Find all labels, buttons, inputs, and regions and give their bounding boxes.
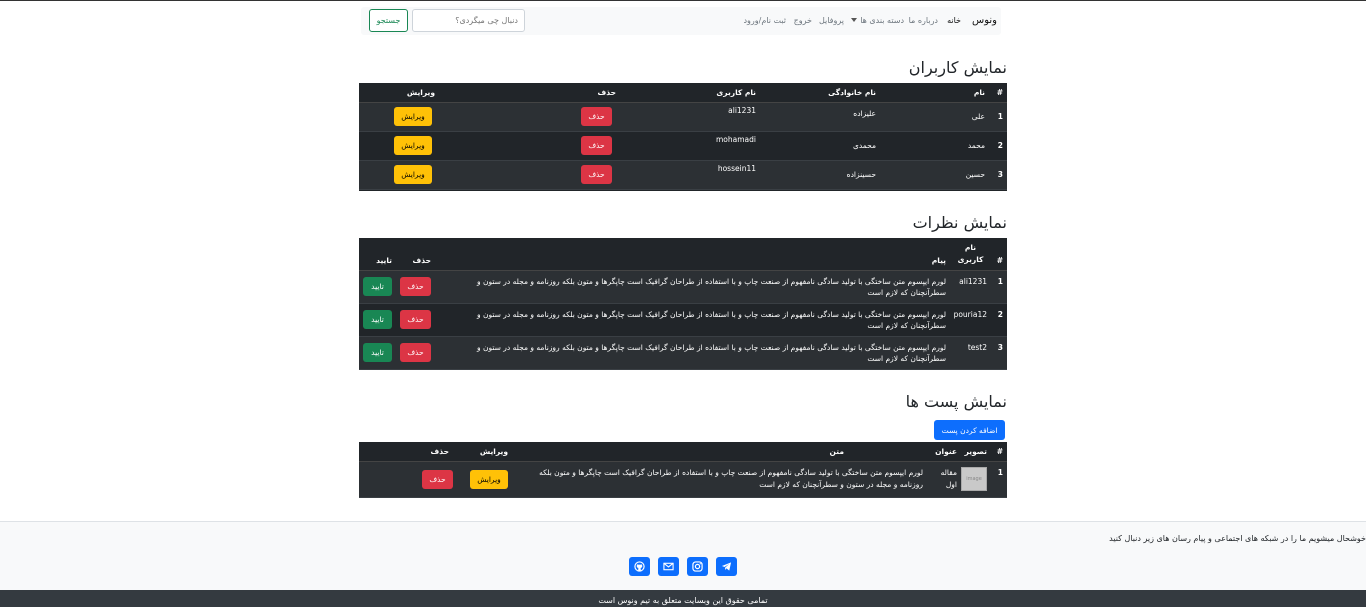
github-icon[interactable] <box>629 557 650 576</box>
table-row: 2 pouria12 لورم ایپسوم متن ساختگی با تول… <box>359 303 1007 337</box>
table-row: 1 image مقاله اول لورم ایپسوم متن ساختگی… <box>359 461 1007 498</box>
comment-username: ali1231 <box>950 270 991 304</box>
user-name: محمد <box>880 131 989 161</box>
comments-table: # نام کاربری پیام حذف تایید 1 ali1231 لو… <box>359 238 1007 370</box>
post-title: مقاله اول <box>927 461 961 498</box>
row-num: 2 <box>989 131 1007 161</box>
delete-button[interactable]: حذف <box>581 165 612 184</box>
row-num: 2 <box>991 303 1007 337</box>
user-username: hossein11 <box>620 160 760 190</box>
search-button[interactable]: جستجو <box>369 9 408 32</box>
col-header-message: پیام <box>435 238 950 271</box>
col-header-delete: حذف <box>396 238 435 271</box>
delete-button[interactable]: حذف <box>400 277 431 296</box>
email-icon[interactable] <box>658 557 679 576</box>
col-header-username: نام کاربری <box>620 83 760 103</box>
col-header-image: تصویر <box>961 442 991 462</box>
row-num: 1 <box>989 102 1007 132</box>
row-num: 3 <box>991 336 1007 370</box>
table-row: 2 محمد محمدی mohamadi حذف ویرایش <box>359 131 1007 161</box>
col-header-num: # <box>991 238 1007 271</box>
approve-button[interactable]: تایید <box>363 277 392 296</box>
user-name: حسین <box>880 160 989 190</box>
col-header-num: # <box>991 442 1007 462</box>
comment-message: لورم ایپسوم متن ساختگی با تولید سادگی نا… <box>435 303 950 337</box>
edit-button[interactable]: ویرایش <box>394 165 432 184</box>
telegram-icon[interactable] <box>716 557 737 576</box>
copyright-bar: تمامی حقوق این وبسایت متعلق به تیم ونوس … <box>0 590 1366 607</box>
comment-username: test2 <box>950 336 991 370</box>
comment-message: لورم ایپسوم متن ساختگی با تولید سادگی نا… <box>435 270 950 304</box>
post-image: image <box>961 467 987 491</box>
col-header-family: نام خانوادگی <box>760 83 880 103</box>
table-row: 1 علی علیزاده ali1231 حذف ویرایش <box>359 102 1007 132</box>
row-num: 3 <box>989 160 1007 190</box>
table-row: 1 ali1231 لورم ایپسوم متن ساختگی با تولی… <box>359 270 1007 304</box>
copyright-text: تمامی حقوق این وبسایت متعلق به تیم ونوس … <box>598 596 768 605</box>
edit-button[interactable]: ویرایش <box>394 136 432 155</box>
row-num: 1 <box>991 270 1007 304</box>
col-header-delete: حذف <box>500 83 620 103</box>
user-name: علی <box>880 102 989 132</box>
user-username: mohamadi <box>620 131 760 161</box>
col-header-delete: حذف <box>359 442 457 462</box>
edit-button[interactable]: ویرایش <box>394 107 432 126</box>
footer: خوشحال میشویم ما را در شبکه های اجتماعی … <box>0 521 1366 590</box>
table-row: 3 حسین حسینزاده hossein11 حذف ویرایش <box>359 160 1007 190</box>
users-table: # نام نام خانوادگی نام کاربری حذف ویرایش… <box>359 83 1007 191</box>
delete-button[interactable]: حذف <box>400 310 431 329</box>
nav-link-profile[interactable]: پروفایل <box>819 16 844 25</box>
user-username: ali1231 <box>620 102 760 132</box>
navbar: ونوس خانه درباره ما دسته بندی ها پروفایل… <box>361 7 1001 35</box>
col-header-text: متن <box>512 442 927 462</box>
table-row: 3 test2 لورم ایپسوم متن ساختگی با تولید … <box>359 336 1007 370</box>
nav-link-about[interactable]: درباره ما <box>909 16 938 25</box>
nav-link-categories: دسته بندی ها <box>860 16 904 25</box>
col-header-edit: ویرایش <box>359 83 500 103</box>
col-header-edit: ویرایش <box>457 442 512 462</box>
add-post-button[interactable]: اضافه کردن پست <box>934 420 1005 440</box>
posts-section-title: نمایش پست ها <box>905 392 1007 411</box>
delete-button[interactable]: حذف <box>581 107 612 126</box>
navbar-brand[interactable]: ونوس <box>972 15 997 26</box>
row-num: 1 <box>991 461 1007 498</box>
instagram-icon[interactable] <box>687 557 708 576</box>
nav-link-register[interactable]: ثبت نام/ورود <box>743 16 786 25</box>
col-header-username: نام کاربری <box>950 238 991 271</box>
col-header-approve: تایید <box>359 238 396 271</box>
chevron-down-icon <box>851 18 858 22</box>
comments-section-title: نمایش نظرات <box>912 213 1007 232</box>
nav-dropdown-categories[interactable]: دسته بندی ها <box>851 16 904 25</box>
delete-button[interactable]: حذف <box>581 136 612 155</box>
col-header-num: # <box>989 83 1007 103</box>
post-text: لورم ایپسوم متن ساختگی با تولید سادگی نا… <box>512 461 927 498</box>
user-family: علیزاده <box>760 102 880 132</box>
delete-button[interactable]: حذف <box>422 469 453 489</box>
comment-message: لورم ایپسوم متن ساختگی با تولید سادگی نا… <box>435 336 950 370</box>
nav-link-logout[interactable]: خروج <box>794 16 812 25</box>
comment-username: pouria12 <box>950 303 991 337</box>
user-family: حسینزاده <box>760 160 880 190</box>
nav-link-home[interactable]: خانه <box>947 16 961 25</box>
search-input[interactable] <box>412 9 525 32</box>
col-header-name: نام <box>880 83 989 103</box>
col-header-title: عنوان <box>927 442 961 462</box>
user-family: محمدی <box>760 131 880 161</box>
delete-button[interactable]: حذف <box>400 343 431 362</box>
approve-button[interactable]: تایید <box>363 310 392 329</box>
approve-button[interactable]: تایید <box>363 343 392 362</box>
footer-message: خوشحال میشویم ما را در شبکه های اجتماعی … <box>1109 534 1366 543</box>
posts-table: # تصویر عنوان متن ویرایش حذف 1 image مقا… <box>359 442 1007 498</box>
edit-button[interactable]: ویرایش <box>470 469 508 489</box>
users-section-title: نمایش کاربران <box>908 58 1007 77</box>
